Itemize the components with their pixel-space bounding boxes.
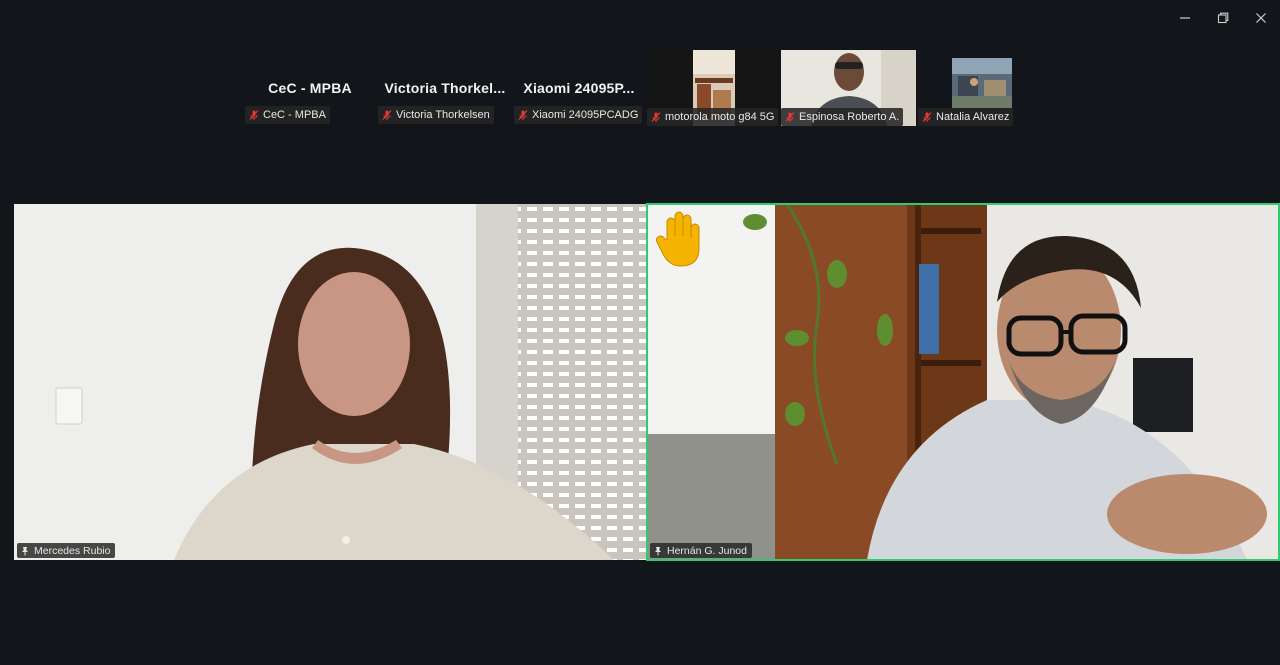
mic-muted-icon [785,112,795,122]
participant-label-text: Espinosa Roberto A. [799,111,900,123]
mic-muted-icon [249,110,259,120]
video-thumbnail [952,58,1012,108]
participant-label: Xiaomi 24095PCADG [514,106,643,124]
participant-name-tag: Hernán G. Junod [650,543,752,558]
participant-name: Hernán G. Junod [667,544,747,557]
participant-display-name: Victoria Thorkel... [384,80,506,96]
participant-label: Espinosa Roberto A. [781,108,904,126]
participant-label-text: CeC - MPBA [263,109,326,121]
minimize-button[interactable] [1166,6,1204,30]
participant-tile-motorola[interactable]: motorola moto g84 5G [647,50,779,126]
participant-label: Victoria Thorkelsen [378,106,494,124]
minimize-icon [1180,17,1190,19]
raised-hand-icon [656,211,700,267]
restore-icon [1217,12,1229,24]
restore-button[interactable] [1204,6,1242,30]
window-controls [1166,6,1280,30]
participant-label-text: Victoria Thorkelsen [396,109,490,121]
video-feed-image [14,204,646,560]
participant-tile-natalia[interactable]: Natalia Alvarez [918,50,1014,126]
video-feed-image [952,58,1012,108]
video-feed-image [647,204,1279,560]
pin-icon [655,546,661,555]
participant-label-text: Xiaomi 24095PCADG [532,109,639,121]
participant-tile-espinosa[interactable]: Espinosa Roberto A. [781,50,916,126]
participant-label-text: Natalia Alvarez [936,111,1010,123]
mic-muted-icon [922,112,932,122]
video-tile-hernan-junod[interactable]: Hernán G. Junod [646,203,1280,561]
participant-name: Mercedes Rubio [34,544,111,557]
mic-muted-icon [651,112,661,122]
participant-label-text: motorola moto g84 5G [665,111,775,123]
participant-label: motorola moto g84 5G [647,108,779,126]
pin-icon [22,546,28,555]
mic-muted-icon [382,110,392,120]
participant-label: Natalia Alvarez [918,108,1014,126]
close-icon [1256,13,1266,23]
participant-tile-xiaomi[interactable]: Xiaomi 24095P... Xiaomi 24095PCADG [514,50,644,126]
participant-display-name: Xiaomi 24095P... [523,80,635,96]
mic-muted-icon [518,110,528,120]
participant-tile-cec-mpba[interactable]: CeC - MPBA CeC - MPBA [245,50,375,126]
close-button[interactable] [1242,6,1280,30]
participant-name-tag: Mercedes Rubio [17,543,116,558]
participant-tile-victoria[interactable]: Victoria Thorkel... Victoria Thorkelsen [378,50,512,126]
participant-display-name: CeC - MPBA [268,80,352,96]
video-tile-mercedes-rubio[interactable]: Mercedes Rubio [14,204,646,560]
participant-label: CeC - MPBA [245,106,330,124]
